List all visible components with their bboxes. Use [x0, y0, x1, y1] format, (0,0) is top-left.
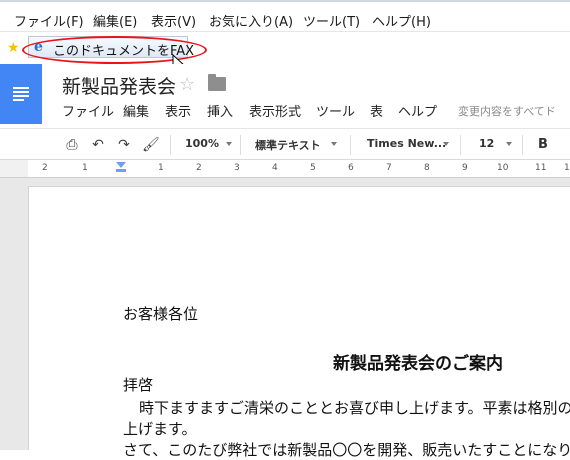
menu-tools[interactable]: ツール(T) [303, 11, 360, 30]
ruler-indent-marker[interactable] [116, 169, 126, 172]
toolbar-divider [522, 135, 523, 155]
body-line: 時下ますますご清栄のこととお喜び申し上げます。平素は格別のご [139, 399, 570, 417]
docs-menu-tools[interactable]: ツール [316, 101, 355, 120]
docs-menu-format[interactable]: 表示形式 [249, 101, 301, 120]
ruler-label: 10 [497, 163, 509, 173]
toolbar-divider [460, 135, 461, 155]
document-page[interactable]: お客様各位 新製品発表会のご案内 拝啓 時下ますますご清栄のこととお喜び申し上げ… [28, 186, 570, 459]
ruler-label: 2 [196, 163, 202, 173]
menu-view[interactable]: 表示(V) [151, 11, 196, 30]
docs-menu-file[interactable]: ファイル [62, 101, 114, 120]
ruler: 2 1 1 2 3 4 5 6 7 8 9 10 11 12 [0, 160, 570, 178]
folder-icon[interactable] [208, 74, 226, 91]
zoom-dropdown-icon[interactable] [226, 142, 232, 146]
toolbar-divider [350, 135, 351, 155]
browser-menu-bar: ファイル(F) 編集(E) 表示(V) お気に入り(A) ツール(T) ヘルプ(… [0, 2, 570, 32]
ruler-label: 11 [535, 163, 547, 173]
document-title[interactable]: 新製品発表会 [62, 72, 176, 99]
star-icon[interactable]: ☆ [179, 74, 195, 95]
document-heading: 新製品発表会のご案内 [333, 354, 503, 374]
ruler-indent-marker[interactable] [116, 162, 126, 168]
style-select[interactable]: 標準テキスト [255, 137, 321, 153]
docs-menu-help[interactable]: ヘルプ [398, 101, 437, 120]
ruler-label: 4 [272, 163, 278, 173]
menu-file[interactable]: ファイル(F) [14, 11, 84, 30]
docs-menu-view[interactable]: 表示 [165, 101, 191, 120]
print-icon[interactable]: ⎙ [64, 137, 80, 153]
ruler-label: 2 [42, 163, 48, 173]
toolbar-divider [170, 135, 171, 155]
docs-toolbar: ⎙ ↶ ↷ 🖌 100% 標準テキスト Times New... 12 B [0, 128, 570, 160]
salutation-text: お客様各位 [123, 305, 199, 323]
font-dropdown-icon[interactable] [443, 142, 449, 146]
docs-menu-table[interactable]: 表 [370, 101, 383, 120]
docs-logo-icon[interactable] [0, 64, 42, 124]
ruler-label: 5 [310, 163, 316, 173]
ruler-label: 1 [82, 163, 88, 173]
menu-favorites[interactable]: お気に入り(A) [209, 11, 293, 30]
ruler-label: 12 [564, 163, 570, 173]
bold-button[interactable]: B [538, 137, 548, 152]
toolbar-divider [240, 135, 241, 155]
style-dropdown-icon[interactable] [331, 142, 337, 146]
favorites-star-icon[interactable]: ★ [7, 41, 21, 55]
font-select[interactable]: Times New... [367, 137, 446, 150]
ruler-label: 7 [386, 163, 392, 173]
font-size-select[interactable]: 12 [479, 137, 494, 150]
ruler-label: 9 [462, 163, 468, 173]
zoom-select[interactable]: 100% [185, 137, 219, 150]
undo-icon[interactable]: ↶ [90, 137, 106, 153]
docs-menu-edit[interactable]: 編集 [123, 101, 149, 120]
menu-help[interactable]: ヘルプ(H) [372, 11, 431, 30]
redo-icon[interactable]: ↷ [116, 137, 132, 153]
ruler-label: 6 [348, 163, 354, 173]
ruler-page-area [28, 160, 570, 177]
paint-format-icon[interactable]: 🖌 [142, 137, 160, 153]
body-line: 上げます。 [123, 420, 197, 438]
greeting-text: 拝啓 [123, 376, 154, 394]
font-size-dropdown-icon[interactable] [506, 142, 512, 146]
ruler-label: 8 [424, 163, 430, 173]
docs-menu-insert[interactable]: 挿入 [207, 101, 233, 120]
ruler-label: 3 [234, 163, 240, 173]
save-status-text[interactable]: 変更内容をすべてド [458, 103, 556, 119]
ruler-label: 1 [158, 163, 164, 173]
menu-edit[interactable]: 編集(E) [93, 11, 137, 30]
